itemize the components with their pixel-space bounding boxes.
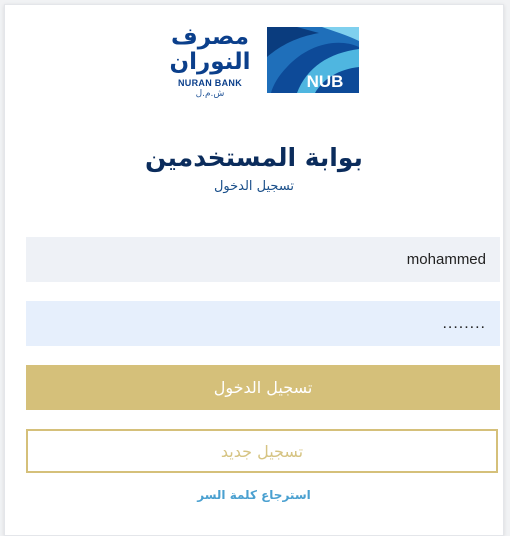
page-subtitle: تسجيل الدخول	[213, 179, 295, 194]
forgot-password-link[interactable]: استرجاع كلمة السر	[5, 488, 503, 502]
logo-mark-text: NUB	[307, 72, 344, 91]
login-card: مصرف النوران NURAN BANK ش.م.ل NUB بوابة …	[4, 4, 504, 536]
logo-arabic-line1: مصرف	[171, 24, 249, 50]
nub-logo-icon: NUB	[267, 27, 359, 93]
logo-arabic-line2: النوران	[169, 49, 251, 75]
logo-wordmark: مصرف النوران NURAN BANK ش.م.ل	[159, 24, 261, 100]
username-input[interactable]	[26, 237, 500, 282]
logo-english-name: NURAN BANK	[178, 78, 242, 88]
password-input[interactable]	[26, 301, 500, 346]
login-button[interactable]: تسجيل الدخول	[26, 365, 500, 410]
bank-logo: مصرف النوران NURAN BANK ش.م.ل NUB	[159, 25, 369, 121]
register-button[interactable]: تسجيل جديد	[26, 429, 498, 473]
page-title: بوابة المستخدمين	[145, 143, 363, 172]
logo-legal-suffix: ش.م.ل	[195, 89, 225, 99]
